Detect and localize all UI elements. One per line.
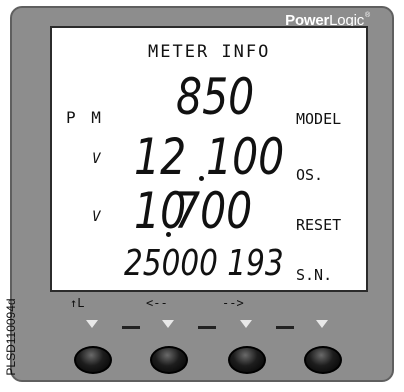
divider-dash-1 [122, 326, 140, 329]
model-prefix: P M [66, 108, 104, 127]
label-model: MODEL [296, 110, 342, 128]
softkey-label-3: --> [222, 296, 244, 310]
label-os: OS. [296, 166, 324, 184]
softkey-button-1[interactable] [74, 346, 112, 374]
softkey-button-2[interactable] [150, 346, 188, 374]
softkey-bar: ↑L <-- --> [50, 292, 368, 336]
side-code-label: PLSD110094d [4, 298, 18, 376]
label-reset: RESET [296, 216, 342, 234]
brand-mark: ® [365, 12, 370, 19]
lcd-screen: METER INFO P M 850 MODEL V 12 100 OS. V … [50, 26, 368, 292]
serial-value: 25000 193 [124, 243, 284, 284]
reset-frac: 700 [174, 182, 253, 240]
os-frac: 100 [206, 128, 285, 186]
softkey-label-1: ↑L [70, 296, 85, 310]
softkey-button-4[interactable] [304, 346, 342, 374]
reset-prefix: V [92, 209, 101, 225]
os-decimal-point [199, 176, 204, 181]
divider-dash-2 [198, 326, 216, 329]
softkey-pointer-4 [316, 320, 328, 328]
os-prefix: V [92, 151, 101, 167]
screen-title: METER INFO [148, 42, 271, 62]
softkey-label-2: <-- [146, 296, 168, 310]
divider-dash-3 [276, 326, 294, 329]
model-value: 850 [176, 68, 255, 126]
os-int: 12 [134, 128, 187, 186]
label-serial: S.N. [296, 266, 333, 284]
reset-decimal-point [166, 232, 171, 237]
softkey-pointer-2 [162, 320, 174, 328]
softkey-pointer-1 [86, 320, 98, 328]
softkey-button-3[interactable] [228, 346, 266, 374]
softkey-pointer-3 [240, 320, 252, 328]
